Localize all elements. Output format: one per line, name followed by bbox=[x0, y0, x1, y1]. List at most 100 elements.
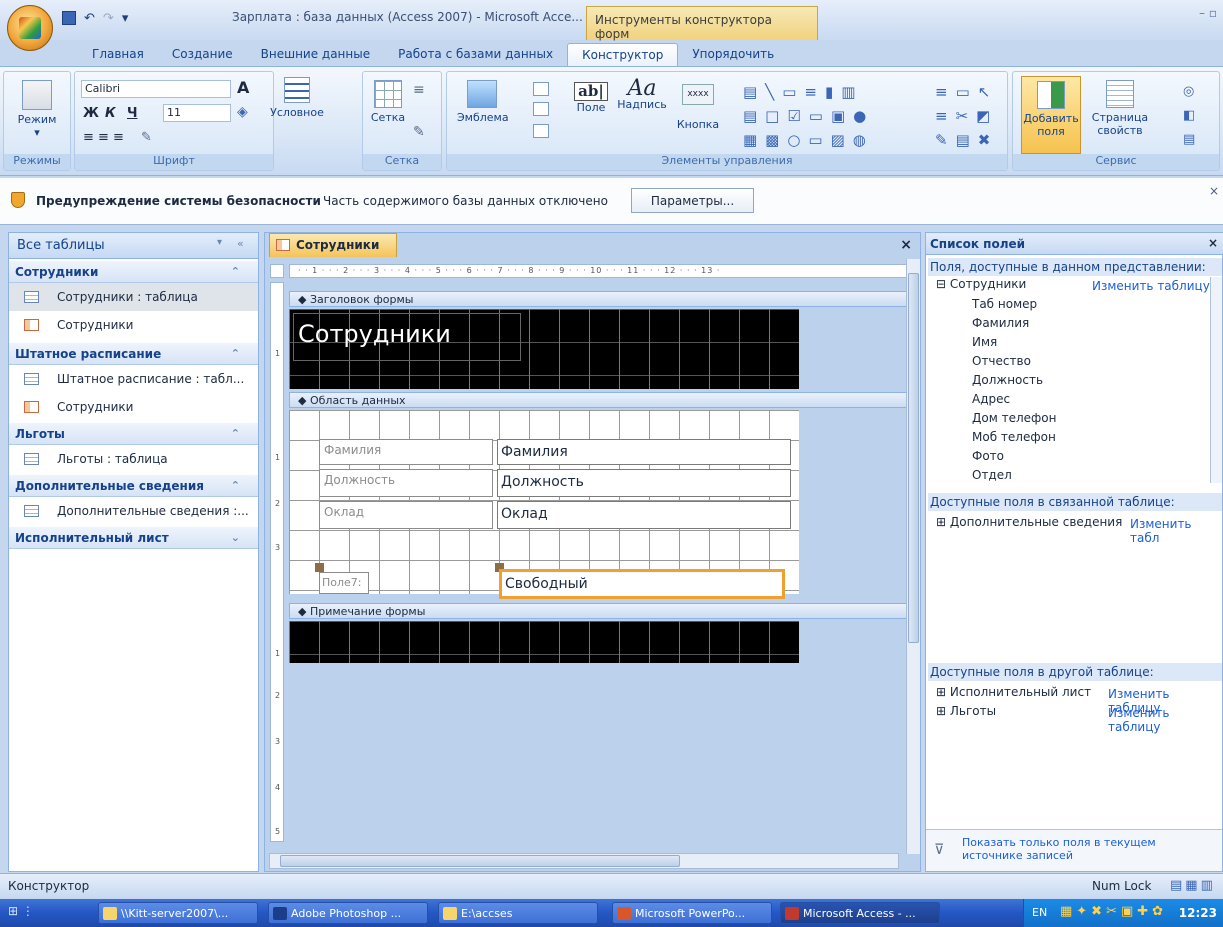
textbox-salary[interactable]: Оклад bbox=[497, 501, 791, 529]
nav-group-employees[interactable]: Сотрудники ⌃ bbox=[9, 261, 258, 283]
logo-button[interactable]: Эмблема bbox=[457, 80, 509, 124]
nav-item-employees-table[interactable]: Сотрудники : таблица bbox=[9, 283, 258, 311]
edit-table-link[interactable]: Изменить таблицу bbox=[1092, 279, 1210, 293]
textbox-free[interactable]: Свободный bbox=[499, 569, 785, 599]
close-icon[interactable]: × bbox=[1208, 236, 1218, 250]
label-position[interactable]: Должность bbox=[319, 469, 493, 497]
task-powerpoint[interactable]: Microsoft PowerPo... bbox=[612, 902, 772, 924]
footer-section-grid[interactable] bbox=[289, 621, 799, 663]
tray-icons[interactable]: ▦✦✖✂▣✚✿ bbox=[1060, 904, 1167, 919]
office-button[interactable] bbox=[7, 5, 53, 51]
edit-related-table-link[interactable]: Изменить табл bbox=[1130, 517, 1222, 545]
command-button[interactable]: xxxx Кнопка bbox=[675, 84, 721, 131]
security-options-button[interactable]: Параметры... bbox=[631, 188, 754, 213]
task-access[interactable]: Microsoft Access - ... bbox=[780, 902, 940, 924]
tab-home[interactable]: Главная bbox=[78, 43, 158, 67]
field-item[interactable]: Фото bbox=[972, 449, 1004, 463]
start-icon[interactable]: ⊞ ⋮ bbox=[8, 904, 78, 922]
window-controls[interactable]: – ▫ bbox=[1199, 6, 1217, 20]
align-buttons[interactable]: ≡ ≡ ≡ bbox=[83, 130, 124, 145]
field-item[interactable]: Имя bbox=[972, 335, 997, 349]
task-explorer-server[interactable]: \\Kitt-server2007\... bbox=[98, 902, 258, 924]
label-surname[interactable]: Фамилия bbox=[319, 439, 493, 465]
textbox-position[interactable]: Должность bbox=[497, 469, 791, 497]
undo-icon[interactable]: ↶ bbox=[84, 11, 95, 26]
close-document-icon[interactable]: × bbox=[900, 237, 912, 253]
section-bar-footer[interactable]: ◆ Примечание формы bbox=[289, 603, 909, 619]
add-fields-button[interactable]: Добавить поля bbox=[1021, 76, 1081, 154]
font-color-icon[interactable]: A bbox=[237, 78, 249, 97]
label-button[interactable]: Aa Надпись bbox=[617, 78, 667, 112]
tab-arrange[interactable]: Упорядочить bbox=[678, 43, 788, 67]
task-photoshop[interactable]: Adobe Photoshop ... bbox=[268, 902, 428, 924]
pen-icon[interactable]: ✎ bbox=[413, 124, 425, 140]
textbox-surname[interactable]: Фамилия bbox=[497, 439, 791, 465]
edit-other-table-link[interactable]: Изменить таблицу bbox=[1108, 706, 1222, 734]
field-item[interactable]: Фамилия bbox=[972, 316, 1029, 330]
page-number-icon[interactable] bbox=[533, 102, 549, 116]
field-list-scrollbar[interactable] bbox=[1210, 277, 1222, 483]
collapse-pane-icon[interactable]: « bbox=[237, 237, 244, 250]
format-painter-icon[interactable]: ✎ bbox=[141, 130, 152, 145]
nav-header[interactable]: Все таблицы ▾ « bbox=[9, 233, 258, 259]
fill-color-icon[interactable]: ◈ bbox=[237, 104, 248, 120]
font-size-select[interactable]: 11 bbox=[163, 104, 231, 122]
document-tab[interactable]: Сотрудники bbox=[269, 233, 397, 257]
nav-group-benefits[interactable]: Льготы ⌃ bbox=[9, 423, 258, 445]
field-item[interactable]: Отдел bbox=[972, 468, 1012, 482]
tab-external-data[interactable]: Внешние данные bbox=[247, 43, 384, 67]
nav-item-benefits-table[interactable]: Льготы : таблица bbox=[9, 445, 258, 473]
move-handle[interactable] bbox=[315, 563, 324, 572]
property-sheet-button[interactable]: Страница свойств bbox=[1087, 80, 1153, 137]
related-table-expander[interactable]: ⊞ Дополнительные сведения bbox=[936, 515, 1122, 529]
date-time-icon[interactable] bbox=[533, 124, 549, 138]
customize-qat-icon[interactable]: ▾ bbox=[122, 11, 129, 26]
controls-tools[interactable]: ≡▭↖ ≡✂◩ ✎▤✖ bbox=[935, 80, 1005, 152]
controls-gallery[interactable]: ▤╲▭≡▮▥ ▤□☑▭▣● ▦▩○▭▨◍ bbox=[743, 80, 933, 152]
task-explorer-accses[interactable]: E:\accses bbox=[438, 902, 598, 924]
nav-group-writ[interactable]: Исполнительный лист ⌄ bbox=[9, 527, 258, 549]
form-selector[interactable] bbox=[270, 264, 284, 278]
section-bar-header[interactable]: ◆ Заголовок формы bbox=[289, 291, 909, 307]
nav-item-additional-table[interactable]: Дополнительные сведения :... bbox=[9, 497, 258, 525]
line-style-icon[interactable]: ≡ bbox=[413, 82, 425, 98]
horizontal-scrollbar[interactable] bbox=[269, 853, 899, 869]
vertical-scrollbar[interactable] bbox=[906, 259, 920, 854]
scroll-thumb[interactable] bbox=[908, 273, 919, 643]
font-name-select[interactable]: Calibri bbox=[81, 80, 231, 98]
textbox-button[interactable]: ab| Поле bbox=[571, 82, 611, 114]
field-item[interactable]: Должность bbox=[972, 373, 1043, 387]
title-icon[interactable] bbox=[533, 82, 549, 96]
view-switch-icons[interactable]: ▤▦▥ bbox=[1170, 878, 1216, 893]
other-table-expander[interactable]: ⊞ Льготы bbox=[936, 704, 996, 718]
italic-button[interactable]: К bbox=[105, 106, 116, 121]
other-table-expander[interactable]: ⊞ Исполнительный лист bbox=[936, 685, 1091, 699]
bold-button[interactable]: Ж bbox=[83, 106, 99, 121]
section-bar-detail[interactable]: ◆ Область данных bbox=[289, 392, 909, 408]
field-item[interactable]: Адрес bbox=[972, 392, 1010, 406]
close-icon[interactable]: × bbox=[1209, 184, 1219, 198]
field-item[interactable]: Таб номер bbox=[972, 297, 1037, 311]
show-only-option[interactable]: ⊽ Показать только поля в текущем источни… bbox=[926, 829, 1222, 871]
language-indicator[interactable]: EN bbox=[1032, 906, 1047, 919]
chevron-down-icon[interactable]: ▾ bbox=[217, 237, 222, 248]
label-field7[interactable]: Поле7: bbox=[319, 572, 369, 594]
tab-database-tools[interactable]: Работа с базами данных bbox=[384, 43, 567, 67]
field-item[interactable]: Отчество bbox=[972, 354, 1031, 368]
underline-button[interactable]: Ч bbox=[127, 106, 138, 121]
scroll-thumb[interactable] bbox=[280, 855, 680, 867]
tab-design[interactable]: Конструктор bbox=[567, 43, 679, 67]
tab-create[interactable]: Создание bbox=[158, 43, 247, 67]
conditional-format-button[interactable]: Условное bbox=[268, 77, 326, 119]
form-title-label[interactable]: Сотрудники bbox=[293, 313, 521, 361]
save-icon[interactable] bbox=[62, 11, 76, 25]
nav-group-staffing[interactable]: Штатное расписание ⌃ bbox=[9, 343, 258, 365]
nav-item-staffing-table[interactable]: Штатное расписание : табл... bbox=[9, 365, 258, 393]
field-item[interactable]: Моб телефон bbox=[972, 430, 1056, 444]
nav-item-employees-form[interactable]: Сотрудники bbox=[9, 311, 258, 339]
field-item[interactable]: Дом телефон bbox=[972, 411, 1056, 425]
table-expander[interactable]: ⊟ Сотрудники bbox=[936, 277, 1026, 291]
label-salary[interactable]: Оклад bbox=[319, 501, 493, 529]
tools-small-icons[interactable]: ◎ ◧ ▤ bbox=[1183, 80, 1195, 152]
view-button[interactable]: Режим ▾ bbox=[10, 80, 64, 139]
